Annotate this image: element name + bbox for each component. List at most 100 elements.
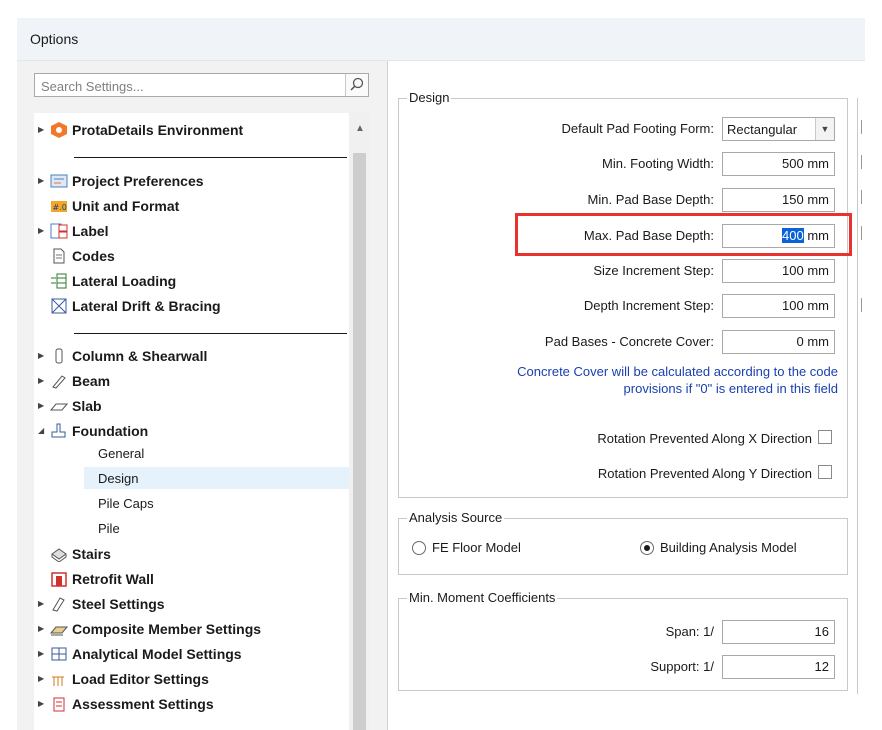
expand-arrow-icon[interactable]: ▶: [38, 395, 48, 417]
rot-x-checkbox[interactable]: [818, 430, 832, 444]
tree-item-codes[interactable]: Codes: [38, 245, 338, 267]
tree-item-foundation-design[interactable]: Design: [98, 468, 298, 490]
expand-arrow-icon[interactable]: ▶: [38, 593, 48, 615]
partial-control: [861, 120, 866, 134]
expand-arrow-icon[interactable]: ▶: [38, 170, 48, 192]
support-field[interactable]: 12: [722, 655, 835, 679]
panel-divider: [387, 61, 388, 730]
tree-item-label: Retrofit Wall: [72, 571, 154, 587]
svg-text:#.0: #.0: [53, 203, 67, 212]
dropdown-value: Rectangular: [727, 122, 798, 137]
span-field[interactable]: 16: [722, 620, 835, 644]
tree-item-label: Slab: [72, 398, 102, 414]
expand-arrow-icon[interactable]: ▶: [38, 220, 48, 242]
slab-icon: [49, 398, 69, 414]
partial-control: [861, 298, 866, 312]
tree-item-label: Analytical Model Settings: [72, 646, 242, 662]
tree-item-assessment-settings[interactable]: ▶ Assessment Settings: [38, 693, 338, 715]
tree-item-label: Project Preferences: [72, 173, 204, 189]
default-form-dropdown[interactable]: Rectangular ▼: [722, 117, 835, 141]
expand-arrow-icon[interactable]: ▶: [38, 693, 48, 715]
tree-item-project-preferences[interactable]: ▶ Project Preferences: [38, 170, 338, 192]
window-title: Options: [30, 31, 79, 47]
tree-item-foundation-pile[interactable]: Pile: [98, 518, 298, 540]
expand-arrow-icon[interactable]: ▶: [38, 618, 48, 640]
tree-item-lateral-loading[interactable]: Lateral Loading: [38, 270, 338, 292]
building-analysis-model-radio[interactable]: [640, 541, 654, 555]
depth-step-label: Depth Increment Step:: [583, 298, 714, 313]
tree-item-steel-settings[interactable]: ▶ Steel Settings: [38, 593, 338, 615]
cover-label: Pad Bases - Concrete Cover:: [544, 334, 714, 349]
red-highlight-box: [515, 213, 852, 256]
rot-x-label: Rotation Prevented Along X Direction: [597, 431, 812, 446]
expand-arrow-icon[interactable]: ▶: [38, 370, 48, 392]
tree-item-stairs[interactable]: Stairs: [38, 543, 338, 565]
tree-item-label: Design: [98, 471, 139, 486]
expand-arrow-icon[interactable]: ▶: [38, 119, 48, 141]
cover-field[interactable]: 0 mm: [722, 330, 835, 354]
tree-item-label: General: [98, 446, 145, 461]
tree-item-label: Codes: [72, 248, 115, 264]
min-depth-field[interactable]: 150 mm: [722, 188, 835, 212]
tree-item-label: Lateral Loading: [72, 273, 177, 289]
label-icon: [50, 223, 68, 239]
tree-item-label: Assessment Settings: [72, 696, 214, 712]
note-line: provisions if "0" is entered in this fie…: [623, 381, 838, 396]
group-title: Min. Moment Coefficients: [407, 590, 558, 605]
support-label: Support: 1/: [650, 659, 714, 674]
search-button[interactable]: [345, 74, 368, 96]
partial-control: [861, 190, 866, 204]
tree-item-label-settings[interactable]: ▶ Label: [38, 220, 338, 242]
tree-item-analytical-model-settings[interactable]: ▶ Analytical Model Settings: [38, 643, 338, 665]
default-form-label: Default Pad Footing Form:: [561, 121, 714, 136]
fe-floor-model-radio[interactable]: [412, 541, 426, 555]
tree-item-label: Stairs: [72, 546, 111, 562]
tree-item-beam[interactable]: ▶ Beam: [38, 370, 338, 392]
lateral-loading-icon: [50, 273, 68, 289]
beam-icon: [50, 373, 68, 389]
depth-step-field[interactable]: 100 mm: [722, 294, 835, 318]
cover-note: Concrete Cover will be calculated accord…: [438, 363, 838, 397]
tree-separator: [74, 157, 347, 158]
rot-y-checkbox[interactable]: [818, 465, 832, 479]
tree-item-foundation-pile-caps[interactable]: Pile Caps: [98, 493, 298, 515]
expand-arrow-icon[interactable]: ▶: [38, 345, 48, 367]
tree-item-label: ProtaDetails Environment: [72, 122, 244, 138]
expand-arrow-icon[interactable]: ▶: [38, 643, 48, 665]
scrollbar-thumb[interactable]: [353, 153, 366, 730]
size-step-label: Size Increment Step:: [593, 263, 714, 278]
tree-item-lateral-drift-bracing[interactable]: Lateral Drift & Bracing: [38, 295, 338, 317]
size-step-field[interactable]: 100 mm: [722, 259, 835, 283]
tree-scrollbar[interactable]: ▲: [349, 113, 370, 730]
expand-arrow-icon[interactable]: ▶: [38, 668, 48, 690]
rot-y-label: Rotation Prevented Along Y Direction: [597, 466, 812, 481]
tree-item-composite-member-settings[interactable]: ▶ Composite Member Settings: [38, 618, 338, 640]
bracing-icon: [50, 298, 68, 314]
building-analysis-model-label: Building Analysis Model: [660, 540, 797, 555]
tree-item-retrofit-wall[interactable]: Retrofit Wall: [38, 568, 338, 590]
tree-item-protadetails-environment[interactable]: ▶ ProtaDetails Environment: [38, 119, 338, 141]
partial-control: [861, 155, 866, 169]
tree-item-label: Load Editor Settings: [72, 671, 209, 687]
prota-logo-icon: [50, 122, 68, 138]
tree-item-unit-and-format[interactable]: #.0 Unit and Format: [38, 195, 338, 217]
tree-item-slab[interactable]: ▶ Slab: [38, 395, 338, 417]
tree-item-column-shearwall[interactable]: ▶ Column & Shearwall: [38, 345, 338, 367]
tree-item-foundation-general[interactable]: General: [98, 443, 298, 465]
tree-item-load-editor-settings[interactable]: ▶ Load Editor Settings: [38, 668, 338, 690]
tree-item-foundation[interactable]: ◢ Foundation: [38, 420, 338, 442]
search-box[interactable]: [34, 73, 369, 97]
tree-item-label: Foundation: [72, 423, 149, 439]
min-width-field[interactable]: 500 mm: [722, 152, 835, 176]
search-input[interactable]: [39, 77, 343, 95]
partial-control: [861, 226, 866, 240]
tree-item-label: Column & Shearwall: [72, 348, 208, 364]
search-icon: [350, 77, 364, 91]
group-title: Analysis Source: [407, 510, 505, 525]
scroll-up-arrow-icon[interactable]: ▲: [355, 123, 365, 134]
collapse-arrow-icon[interactable]: ◢: [38, 420, 48, 442]
document-icon: [50, 248, 68, 264]
tree-separator: [74, 333, 347, 334]
chevron-down-icon[interactable]: ▼: [815, 118, 834, 140]
span-label: Span: 1/: [665, 624, 714, 639]
